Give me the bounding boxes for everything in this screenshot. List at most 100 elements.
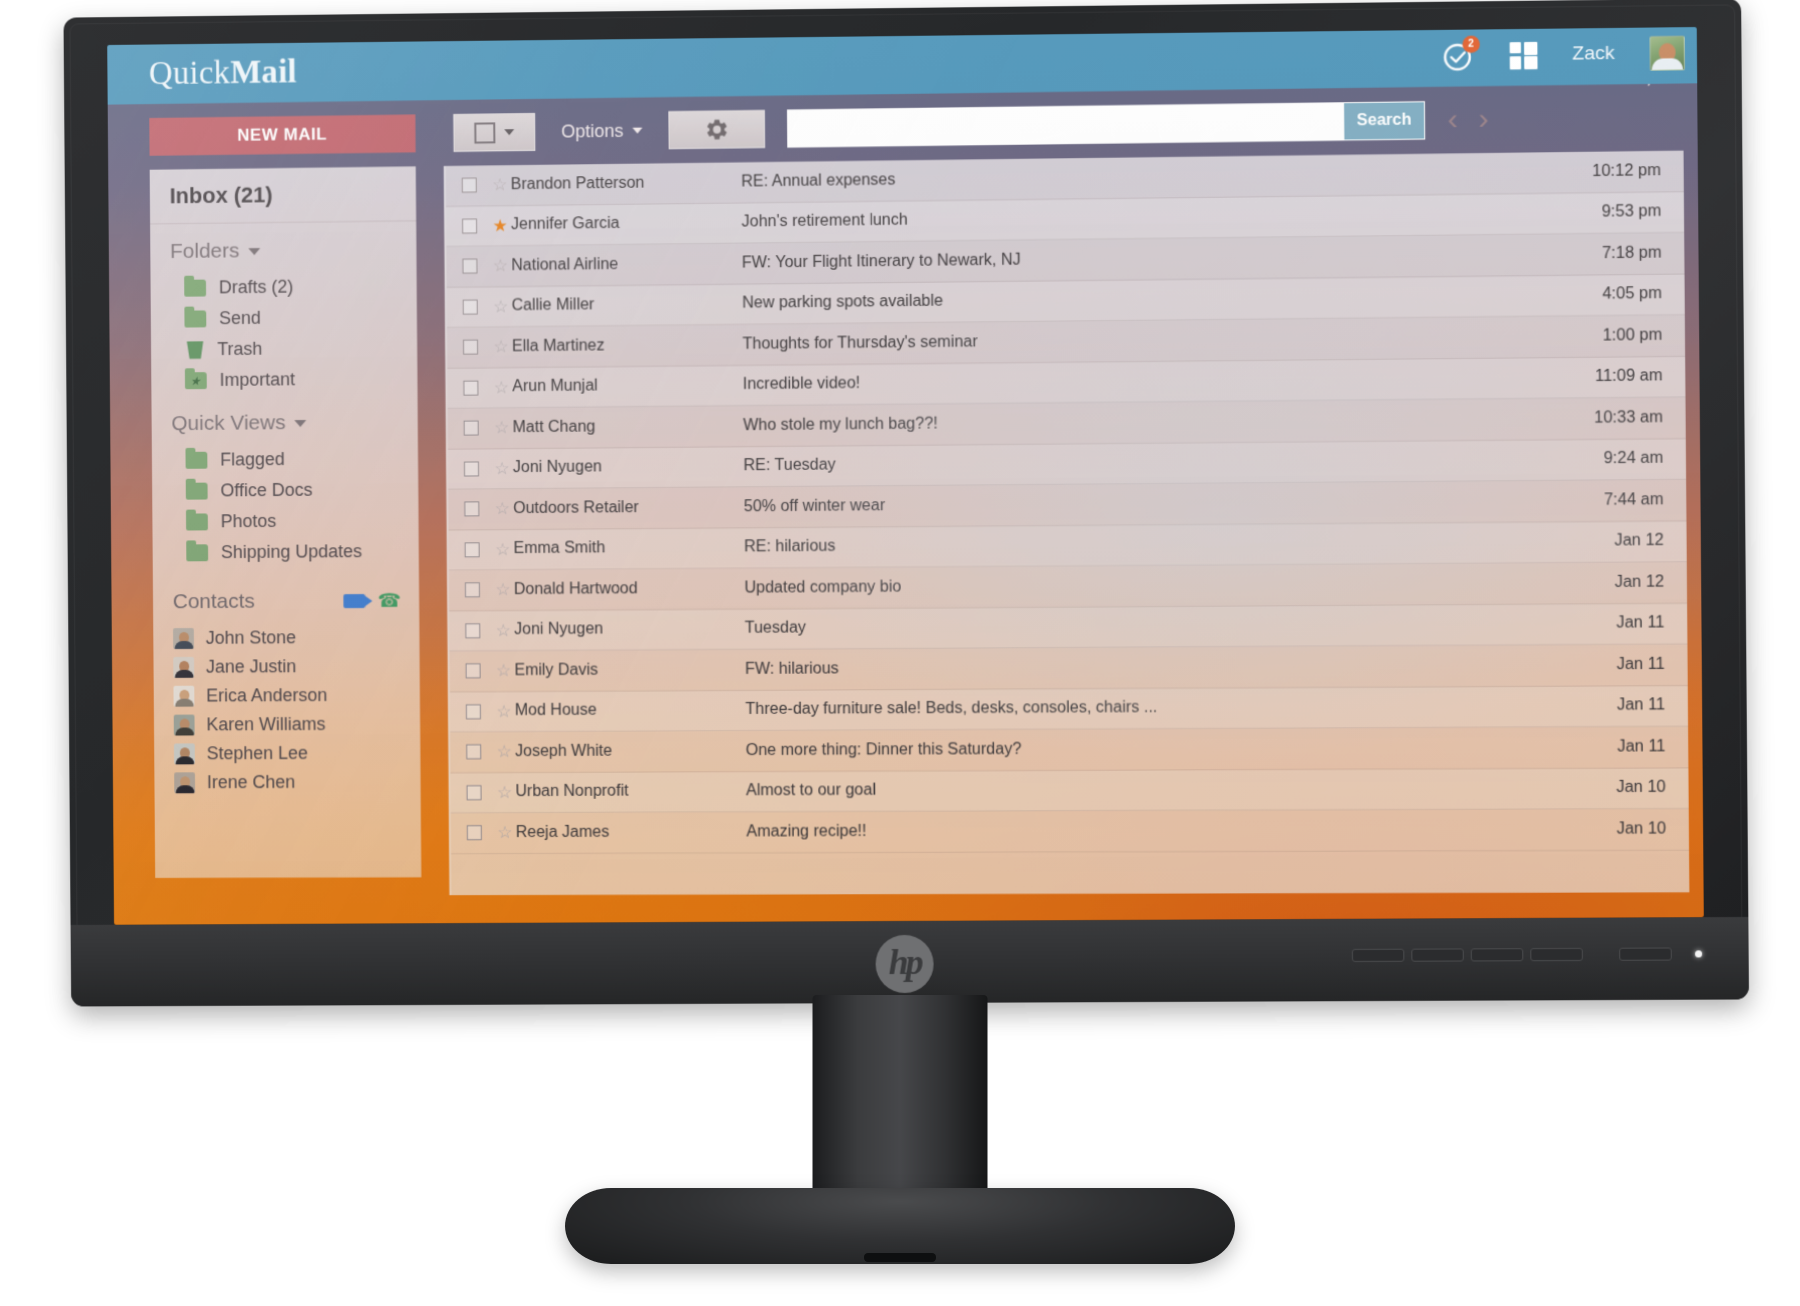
folder-star-icon: ★ bbox=[184, 372, 207, 390]
star-icon[interactable]: ☆ bbox=[491, 499, 513, 518]
mail-time: 9:53 pm bbox=[1601, 202, 1662, 221]
contact-name: Jane Justin bbox=[205, 656, 297, 677]
sidebar-item-photos[interactable]: Photos bbox=[152, 505, 418, 538]
sidebar-item-trash[interactable]: Trash bbox=[151, 332, 417, 366]
pagination-controls: ‹ › bbox=[1448, 102, 1489, 137]
star-icon[interactable]: ☆ bbox=[490, 378, 512, 397]
table-row[interactable]: ☆ Mod House Three-day furniture sale! Be… bbox=[449, 685, 1689, 733]
mail-time: 10:33 am bbox=[1594, 408, 1663, 427]
sidebar-item-inbox[interactable]: Inbox (21) bbox=[149, 166, 417, 225]
stand-base-notch bbox=[864, 1253, 936, 1262]
star-icon[interactable]: ★ bbox=[489, 216, 511, 235]
contact-avatar bbox=[173, 714, 195, 736]
sidebar-item-flagged[interactable]: Flagged bbox=[152, 443, 418, 476]
row-checkbox[interactable] bbox=[465, 703, 481, 720]
check-circle-icon[interactable]: 2 bbox=[1442, 35, 1480, 73]
table-row[interactable]: ☆ Reeja James Amazing recipe!! Jan 10 bbox=[450, 809, 1690, 854]
settings-button[interactable] bbox=[668, 109, 766, 150]
star-icon[interactable]: ☆ bbox=[490, 297, 512, 316]
sidebar-item-office-docs[interactable]: Office Docs bbox=[152, 474, 418, 507]
mail-time: Jan 11 bbox=[1616, 696, 1666, 715]
chevron-left-icon[interactable]: ‹ bbox=[1448, 103, 1459, 137]
sidebar-item-important[interactable]: ★ Important bbox=[151, 363, 417, 396]
row-checkbox[interactable] bbox=[463, 461, 480, 477]
row-checkbox[interactable] bbox=[464, 582, 480, 598]
user-name[interactable]: Zack bbox=[1572, 43, 1615, 66]
mail-time: Jan 10 bbox=[1616, 820, 1667, 838]
notification-badge: 2 bbox=[1462, 35, 1480, 54]
phone-icon[interactable]: ☎ bbox=[378, 590, 402, 611]
contact-item[interactable]: Stephen Lee bbox=[154, 738, 420, 768]
contact-item[interactable]: John Stone bbox=[153, 623, 419, 653]
search-button[interactable]: Search bbox=[1344, 102, 1425, 140]
mail-sender: Ella Martinez bbox=[511, 336, 605, 355]
chevron-down-icon bbox=[294, 419, 307, 427]
row-checkbox[interactable] bbox=[464, 501, 480, 517]
row-checkbox[interactable] bbox=[462, 299, 478, 315]
select-all-dropdown[interactable] bbox=[453, 112, 536, 152]
star-icon[interactable]: ☆ bbox=[492, 580, 514, 599]
contact-item[interactable]: Erica Anderson bbox=[154, 681, 420, 711]
row-checkbox[interactable] bbox=[463, 380, 479, 396]
mail-sender: Joni Nyugen bbox=[512, 458, 602, 477]
star-icon[interactable]: ☆ bbox=[493, 702, 515, 721]
contact-item[interactable]: Irene Chen bbox=[154, 767, 420, 797]
row-checkbox[interactable] bbox=[462, 218, 478, 234]
star-icon[interactable]: ☆ bbox=[489, 175, 511, 194]
avatar[interactable] bbox=[1649, 35, 1685, 71]
row-checkbox[interactable] bbox=[466, 744, 482, 760]
osd-button-2[interactable] bbox=[1411, 948, 1464, 962]
mail-sender: Outdoors Retailer bbox=[513, 498, 639, 517]
search-input[interactable] bbox=[788, 103, 1345, 147]
row-checkbox[interactable] bbox=[466, 825, 482, 841]
table-row[interactable]: ☆ Joni Nyugen Tuesday Jan 11 bbox=[449, 603, 1688, 652]
options-label: Options bbox=[561, 120, 624, 142]
star-icon[interactable]: ☆ bbox=[492, 621, 514, 640]
row-checkbox[interactable] bbox=[465, 623, 481, 639]
star-icon[interactable]: ☆ bbox=[493, 742, 515, 761]
table-row[interactable]: ☆ Urban Nonprofit Almost to our goal Jan… bbox=[450, 767, 1689, 814]
power-button[interactable] bbox=[1619, 947, 1672, 961]
row-checkbox[interactable] bbox=[462, 258, 478, 274]
star-icon[interactable]: ☆ bbox=[491, 418, 513, 437]
mail-subject: Incredible video! bbox=[742, 375, 861, 394]
row-checkbox[interactable] bbox=[464, 542, 480, 558]
row-checkbox[interactable] bbox=[462, 339, 479, 355]
star-icon[interactable]: ☆ bbox=[492, 540, 514, 559]
quick-views-section-header[interactable]: Quick Views bbox=[151, 394, 417, 445]
table-row[interactable]: ☆ Emily Davis FW: hilarious Jan 11 bbox=[449, 644, 1688, 692]
row-checkbox[interactable] bbox=[463, 420, 479, 436]
monitor-bottom-bezel: hp bbox=[70, 916, 1750, 1007]
folder-icon bbox=[184, 279, 207, 297]
folder-icon bbox=[184, 310, 207, 328]
sidebar-item-send[interactable]: Send bbox=[151, 301, 417, 335]
app-body: Inbox (21) Folders Drafts (2) Send Trash… bbox=[108, 150, 1704, 925]
sidebar-item-drafts[interactable]: Drafts (2) bbox=[150, 270, 416, 304]
osd-button-1[interactable] bbox=[1351, 948, 1405, 962]
chevron-right-icon[interactable]: › bbox=[1478, 102, 1489, 136]
star-icon[interactable]: ☆ bbox=[494, 823, 516, 842]
contact-item[interactable]: Jane Justin bbox=[153, 652, 419, 682]
contact-avatar bbox=[173, 743, 195, 765]
table-row[interactable]: ☆ Joseph White One more thing: Dinner th… bbox=[450, 726, 1689, 773]
row-checkbox[interactable] bbox=[465, 663, 481, 679]
folders-section-header[interactable]: Folders bbox=[150, 221, 416, 273]
video-camera-icon[interactable] bbox=[343, 594, 366, 609]
star-icon[interactable]: ☆ bbox=[493, 783, 515, 802]
sidebar-item-label: Flagged bbox=[220, 449, 285, 470]
row-checkbox[interactable] bbox=[466, 784, 482, 800]
star-icon[interactable]: ☆ bbox=[489, 256, 511, 275]
options-menu-button[interactable]: Options bbox=[535, 111, 669, 151]
star-icon[interactable]: ☆ bbox=[490, 337, 512, 356]
grid-apps-icon[interactable] bbox=[1509, 41, 1538, 70]
star-icon[interactable]: ☆ bbox=[491, 459, 513, 478]
star-icon[interactable]: ☆ bbox=[492, 661, 514, 680]
row-checkbox[interactable] bbox=[461, 177, 477, 194]
osd-button-3[interactable] bbox=[1470, 948, 1524, 962]
contact-item[interactable]: Karen Williams bbox=[154, 710, 420, 740]
new-mail-button[interactable]: NEW MAIL bbox=[149, 114, 416, 156]
osd-button-4[interactable] bbox=[1530, 947, 1583, 962]
checkbox-icon bbox=[474, 121, 496, 144]
sidebar-item-shipping-updates[interactable]: Shipping Updates bbox=[153, 536, 419, 569]
mail-time: 10:12 pm bbox=[1592, 161, 1662, 180]
